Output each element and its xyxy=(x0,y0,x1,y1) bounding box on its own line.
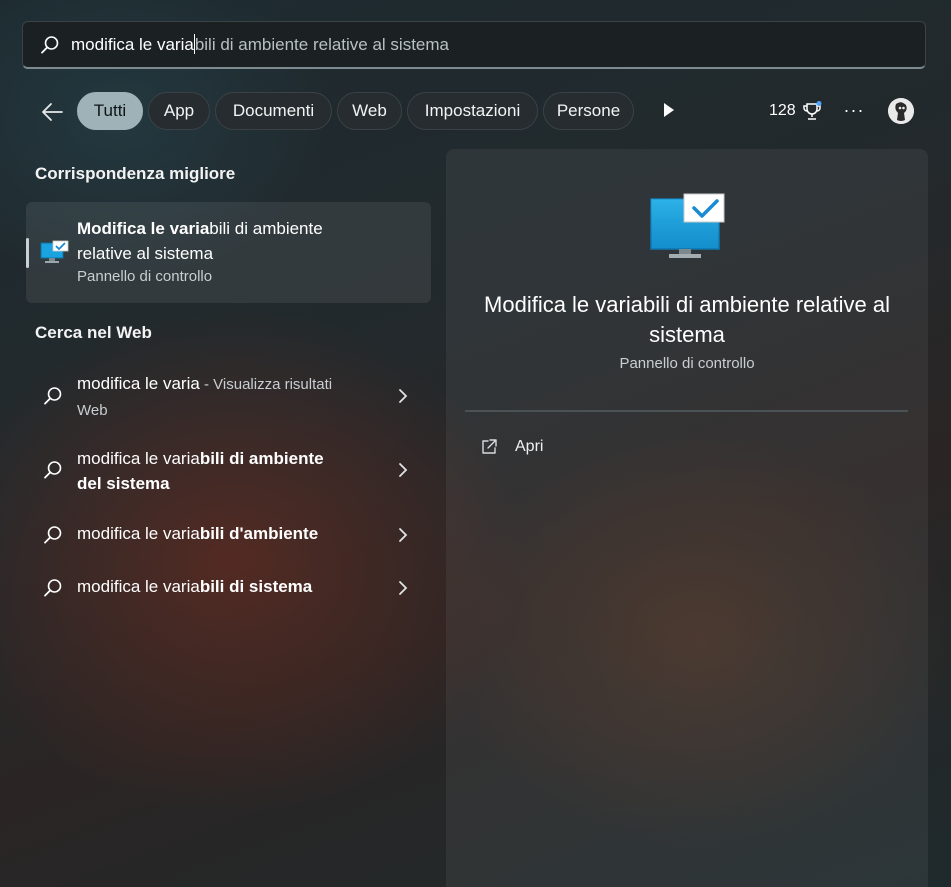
tab-tutti[interactable]: Tutti xyxy=(77,92,143,130)
user-avatar-icon xyxy=(888,98,914,124)
back-arrow-icon xyxy=(42,103,63,121)
play-icon xyxy=(664,103,674,117)
query-text: modifica le varia xyxy=(77,524,200,543)
search-icon xyxy=(39,34,61,56)
search-box[interactable]: modifica le variabili di ambiente relati… xyxy=(22,21,926,69)
back-button[interactable] xyxy=(38,98,66,126)
tab-label: Documenti xyxy=(232,101,315,120)
open-external-icon xyxy=(482,439,497,454)
chevron-right-icon xyxy=(399,389,408,403)
divider xyxy=(465,410,908,412)
more-icon: ··· xyxy=(843,99,865,120)
tab-web[interactable]: Web xyxy=(337,92,402,130)
tab-documenti[interactable]: Documenti xyxy=(215,92,332,130)
query-text: modifica le varia xyxy=(77,374,200,393)
best-match-heading: Corrispondenza migliore xyxy=(35,164,236,183)
result-hint: - Visualizza risultati xyxy=(199,376,333,393)
web-result-item[interactable]: modifica le variabili d'ambiente xyxy=(26,520,431,550)
query-text: modifica le varia xyxy=(77,577,200,596)
tab-app[interactable]: App xyxy=(148,92,210,130)
open-action-label: Apri xyxy=(515,438,544,455)
tab-label: Impostazioni xyxy=(424,101,521,120)
web-result-label: modifica le variabili di sistema xyxy=(77,574,357,599)
search-icon xyxy=(44,579,62,597)
open-action[interactable]: Apri xyxy=(480,438,543,456)
rewards-points[interactable]: 128 xyxy=(769,101,822,121)
best-match-title: Modifica le variabili di ambiente relati… xyxy=(77,216,377,266)
best-match-result[interactable]: Modifica le variabili di ambiente relati… xyxy=(26,202,431,303)
monitor-check-icon xyxy=(40,240,70,271)
web-result-item[interactable]: modifica le variabili di ambiente del si… xyxy=(26,446,431,500)
web-result-item[interactable]: modifica le varia - Visualizza risultati… xyxy=(26,370,431,426)
query-text: modifica le varia xyxy=(77,449,200,468)
tab-impostazioni[interactable]: Impostazioni xyxy=(407,92,538,130)
monitor-check-icon xyxy=(650,193,726,264)
avatar[interactable] xyxy=(888,98,914,124)
more-options-button[interactable]: ··· xyxy=(842,98,866,122)
web-result-item[interactable]: modifica le variabili di sistema xyxy=(26,573,431,603)
trophy-icon xyxy=(802,101,822,120)
search-suggestion-text: bili di ambiente relative al sistema xyxy=(194,35,449,54)
chevron-right-icon xyxy=(399,528,408,542)
tab-persone[interactable]: Persone xyxy=(543,92,634,130)
completion-text: bili d'ambiente xyxy=(199,524,319,543)
web-result-label: modifica le variabili d'ambiente xyxy=(77,521,357,546)
title-match-part: Modifica le varia xyxy=(77,219,210,238)
filter-bar: Tutti App Documenti Web Impostazioni Per… xyxy=(30,92,920,132)
search-icon xyxy=(44,526,62,544)
completion-text: bili di sistema xyxy=(199,577,313,596)
search-input[interactable]: modifica le variabili di ambiente relati… xyxy=(71,34,449,55)
result-hint-line2: Web xyxy=(77,402,108,419)
tab-label: Web xyxy=(352,101,387,120)
selection-indicator xyxy=(26,238,29,268)
more-filters-button[interactable] xyxy=(662,101,678,121)
points-value: 128 xyxy=(769,102,796,119)
best-match-subtitle: Pannello di controllo xyxy=(77,268,213,285)
tab-label: Tutti xyxy=(93,101,127,120)
tab-label: App xyxy=(163,101,195,120)
chevron-right-icon xyxy=(399,581,408,595)
preview-panel: Modifica le variabili di ambiente relati… xyxy=(446,149,928,887)
web-search-heading: Cerca nel Web xyxy=(35,323,152,342)
search-typed-text: modifica le varia xyxy=(71,35,194,54)
preview-subtitle: Pannello di controllo xyxy=(619,355,755,372)
search-icon xyxy=(44,461,62,479)
search-icon xyxy=(44,387,62,405)
preview-title: Modifica le variabili di ambiente relati… xyxy=(484,292,890,347)
chevron-right-icon xyxy=(399,463,408,477)
web-result-label: modifica le varia - Visualizza risultati… xyxy=(77,371,357,423)
web-result-label: modifica le variabili di ambiente del si… xyxy=(77,446,342,496)
tab-label: Persone xyxy=(556,101,621,120)
